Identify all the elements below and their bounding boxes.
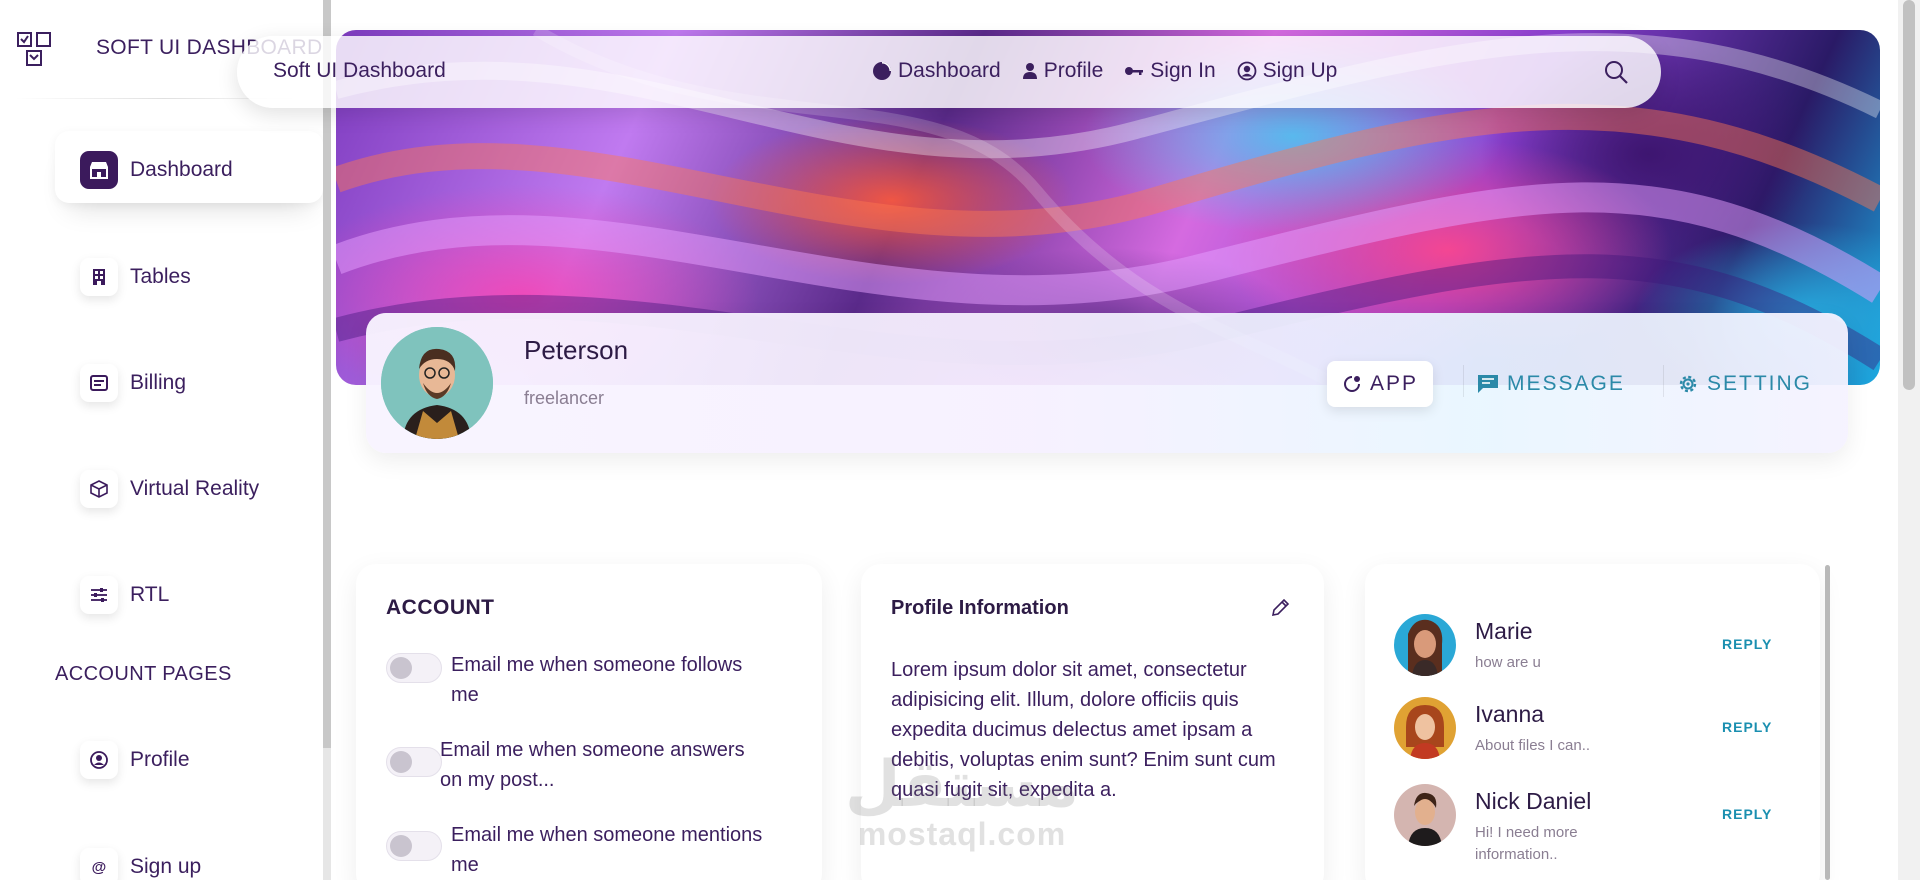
tab-divider xyxy=(1463,365,1464,397)
nav-link-label: Sign Up xyxy=(1262,59,1338,82)
navbar-brand[interactable]: Soft UI Dashboard xyxy=(273,59,446,83)
cube-icon xyxy=(80,470,118,508)
pie-chart-icon xyxy=(873,62,891,80)
tab-divider xyxy=(1663,365,1664,397)
navbar-links: Dashboard Profile Sign In Sign Up xyxy=(872,59,1358,83)
pencil-icon[interactable] xyxy=(1269,597,1291,619)
account-settings-card: ACCOUNT Email me when someone follows me… xyxy=(356,564,822,880)
reply-button[interactable]: REPLY xyxy=(1722,806,1772,822)
watermark-latin-text: mostaql.com xyxy=(857,816,1067,852)
conversation-name: Ivanna xyxy=(1475,701,1545,727)
conversation-preview: Hi! I need more information.. xyxy=(1475,824,1578,863)
sidebar-item-billing[interactable]: Billing xyxy=(55,344,323,416)
conversation-preview: About files I can.. xyxy=(1475,737,1591,754)
message-icon xyxy=(1478,375,1498,393)
toggle-switch[interactable] xyxy=(386,653,442,683)
profile-name: Peterson xyxy=(524,335,629,365)
tab-message[interactable]: MESSAGE xyxy=(1477,361,1625,407)
nav-link-label: Profile xyxy=(1043,59,1104,82)
sliders-icon xyxy=(80,576,118,614)
nav-link-label: Sign In xyxy=(1150,59,1216,82)
section-title-account-pages: ACCOUNT PAGES xyxy=(55,663,232,685)
user-circle-icon xyxy=(80,741,118,779)
key-icon xyxy=(1125,67,1144,75)
user-circle-icon xyxy=(1237,61,1257,81)
app-icon xyxy=(1344,376,1360,392)
top-navbar: Soft UI Dashboard Dashboard Profile Sign xyxy=(237,36,1661,108)
billing-icon xyxy=(80,364,118,402)
gear-icon xyxy=(1679,375,1697,393)
conversations-card: Marie how are u REPLY Ivanna About files… xyxy=(1365,564,1820,880)
toggle-switch[interactable] xyxy=(386,831,442,861)
shop-icon xyxy=(80,151,118,189)
conversation-item: Marie how are u REPLY xyxy=(1394,614,1814,684)
conversation-name: Marie xyxy=(1475,618,1533,644)
user-icon xyxy=(1022,63,1037,79)
sidebar-item-label: Sign up xyxy=(130,855,202,878)
logo-icon xyxy=(17,32,51,66)
nav-link-sign-in[interactable]: Sign In xyxy=(1124,59,1216,83)
sidebar-item-sign-up[interactable]: @ Sign up xyxy=(55,828,323,880)
watermark-arabic-text: مستقل xyxy=(844,748,1080,820)
nav-link-label: Dashboard xyxy=(898,59,1001,82)
watermark: مستقل mostaql.com xyxy=(842,752,1082,862)
search-icon[interactable] xyxy=(1603,59,1629,85)
nav-link-sign-up[interactable]: Sign Up xyxy=(1237,59,1338,83)
page-scrollbar-thumb[interactable] xyxy=(1903,0,1915,390)
sidebar-item-label: Dashboard xyxy=(130,158,233,181)
conversation-name: Nick Daniel xyxy=(1475,788,1592,814)
sidebar-item-label: Billing xyxy=(130,371,187,394)
tab-app[interactable]: APP xyxy=(1327,361,1434,407)
sidebar-item-profile[interactable]: Profile xyxy=(55,721,323,793)
card-title: Profile Information xyxy=(891,597,1069,619)
toggle-switch[interactable] xyxy=(386,747,442,777)
reply-button[interactable]: REPLY xyxy=(1722,719,1772,735)
profile-header-card: Peterson freelancer APP MESSAGE SETTING xyxy=(366,313,1848,453)
toggle-label: Email me when someone mentions me xyxy=(451,824,763,876)
conversation-item: Ivanna About files I can.. REPLY xyxy=(1394,697,1814,767)
sidebar-item-label: Profile xyxy=(130,748,190,771)
tab-setting[interactable]: SETTING xyxy=(1677,361,1812,407)
conversation-preview: how are u xyxy=(1475,654,1541,671)
sidebar-item-virtual-reality[interactable]: Virtual Reality xyxy=(55,450,323,522)
sidebar-scrollbar-thumb[interactable] xyxy=(323,748,331,880)
toggle-label: Email me when someone follows me xyxy=(451,654,743,706)
sidebar-item-label: Virtual Reality xyxy=(130,477,260,500)
sidebar-item-label: Tables xyxy=(130,265,191,288)
toggle-label: Email me when someone answers on my post… xyxy=(440,739,745,791)
building-icon xyxy=(80,258,118,296)
tab-label: SETTING xyxy=(1707,372,1813,395)
conversations-scrollbar[interactable] xyxy=(1825,565,1830,880)
tab-label: MESSAGE xyxy=(1507,372,1625,395)
sidebar-item-dashboard[interactable]: Dashboard xyxy=(55,131,323,203)
sidebar: SOFT UI DASHBOARD Dashboard Tables Billi… xyxy=(0,0,323,880)
sidebar-item-tables[interactable]: Tables xyxy=(55,238,323,310)
tab-label: APP xyxy=(1370,372,1419,395)
nav-link-profile[interactable]: Profile xyxy=(1022,59,1104,83)
card-title: ACCOUNT xyxy=(386,596,495,619)
sidebar-item-label: RTL xyxy=(130,583,170,606)
nav-link-dashboard[interactable]: Dashboard xyxy=(872,59,1001,83)
profile-role: freelancer xyxy=(524,388,605,408)
avatar xyxy=(1394,697,1456,759)
avatar[interactable] xyxy=(381,327,493,439)
sidebar-item-rtl[interactable]: RTL xyxy=(55,556,323,628)
at-icon: @ xyxy=(80,848,118,880)
reply-button[interactable]: REPLY xyxy=(1722,636,1772,652)
avatar xyxy=(1394,784,1456,846)
conversation-item: Nick Daniel Hi! I need more information.… xyxy=(1394,784,1814,863)
avatar xyxy=(1394,614,1456,676)
